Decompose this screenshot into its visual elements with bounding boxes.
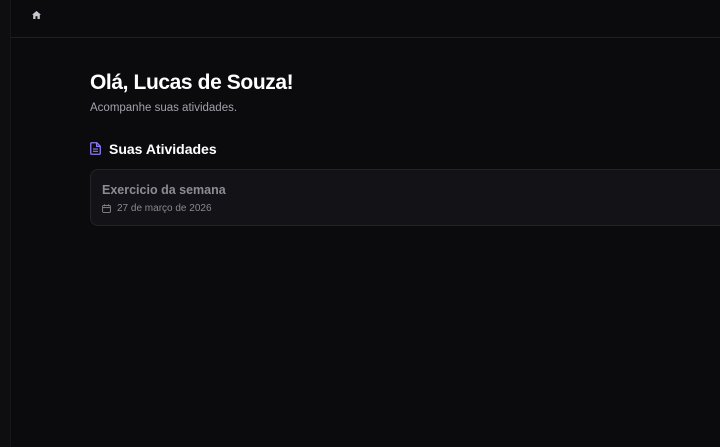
app-window: Olá, Lucas de Souza! Acompanhe suas ativ… (0, 0, 720, 447)
activity-date-row: 27 de março de 2026 (102, 203, 720, 214)
page-subtitle: Acompanhe suas atividades. (90, 102, 238, 114)
activities-section-header: Suas Atividades (90, 140, 720, 157)
section-title: Suas Atividades (109, 140, 217, 157)
main-content: Olá, Lucas de Souza! Acompanhe suas ativ… (90, 70, 720, 226)
document-icon (90, 141, 103, 156)
activity-card[interactable]: Exercicio da semana 27 de março de 2026 (90, 169, 720, 226)
activity-title: Exercicio da semana (102, 183, 226, 197)
page-title: Olá, Lucas de Souza! (90, 71, 294, 94)
home-icon (31, 11, 41, 19)
sidebar-collapsed (0, 0, 11, 447)
calendar-icon (102, 204, 112, 214)
top-bar (11, 0, 720, 38)
activity-date: 27 de março de 2026 (117, 203, 212, 214)
home-button[interactable] (31, 10, 41, 20)
